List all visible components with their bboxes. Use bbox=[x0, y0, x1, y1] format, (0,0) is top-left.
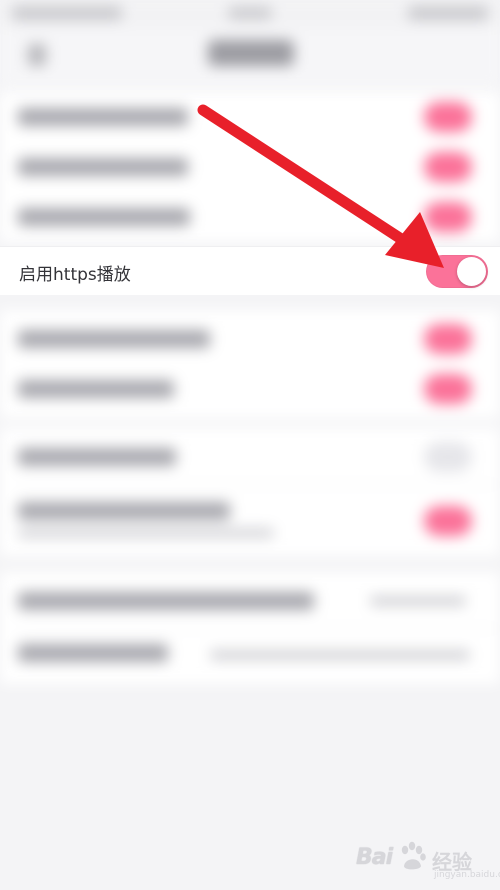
settings-group-3 bbox=[0, 428, 500, 556]
toggle-switch[interactable] bbox=[424, 374, 472, 404]
https-playback-row[interactable]: 启用https播放 bbox=[0, 246, 500, 295]
settings-row[interactable] bbox=[0, 432, 500, 482]
https-playback-label: 启用https播放 bbox=[19, 265, 131, 285]
row-label bbox=[18, 380, 174, 398]
settings-row[interactable] bbox=[0, 192, 500, 242]
settings-row[interactable] bbox=[0, 490, 500, 554]
toggle-switch[interactable] bbox=[424, 102, 472, 132]
row-label bbox=[18, 592, 314, 610]
row-label bbox=[18, 108, 188, 126]
toggle-knob bbox=[457, 257, 486, 286]
settings-row[interactable] bbox=[0, 92, 500, 142]
toggle-switch[interactable] bbox=[424, 506, 472, 536]
https-playback-toggle[interactable] bbox=[426, 255, 488, 288]
row-label bbox=[18, 448, 176, 466]
navigation-bar bbox=[0, 28, 500, 86]
page-title bbox=[208, 40, 294, 66]
back-icon[interactable] bbox=[28, 44, 46, 66]
status-bar bbox=[0, 0, 500, 28]
baidu-paw-icon bbox=[401, 841, 426, 870]
toggle-switch[interactable] bbox=[424, 442, 472, 472]
row-label bbox=[18, 502, 230, 520]
settings-group-1 bbox=[0, 92, 500, 242]
toggle-switch[interactable] bbox=[424, 324, 472, 354]
status-bar-center bbox=[228, 7, 272, 19]
row-value bbox=[370, 596, 466, 606]
watermark-domain: jingyan.baidu.com bbox=[434, 870, 500, 880]
baidu-watermark: Bai 经验 jingyan.baidu.com bbox=[356, 836, 500, 884]
settings-row[interactable] bbox=[0, 142, 500, 192]
row-label bbox=[18, 208, 190, 226]
settings-row[interactable] bbox=[0, 576, 500, 626]
row-label bbox=[18, 158, 188, 176]
settings-row[interactable] bbox=[0, 314, 500, 364]
blurred-settings-background bbox=[0, 0, 500, 890]
settings-group-4 bbox=[0, 572, 500, 684]
settings-row[interactable] bbox=[0, 364, 500, 414]
status-bar-right bbox=[408, 6, 488, 20]
toggle-switch[interactable] bbox=[424, 202, 472, 232]
row-label bbox=[18, 644, 168, 662]
toggle-switch[interactable] bbox=[424, 152, 472, 182]
settings-group-2 bbox=[0, 310, 500, 418]
row-description bbox=[18, 528, 274, 538]
watermark-brand: Bai bbox=[356, 845, 393, 870]
settings-row[interactable] bbox=[0, 630, 500, 680]
row-label bbox=[18, 330, 210, 348]
status-bar-left bbox=[12, 6, 122, 20]
divider bbox=[18, 628, 500, 629]
divider bbox=[18, 484, 500, 485]
row-value bbox=[210, 650, 470, 660]
